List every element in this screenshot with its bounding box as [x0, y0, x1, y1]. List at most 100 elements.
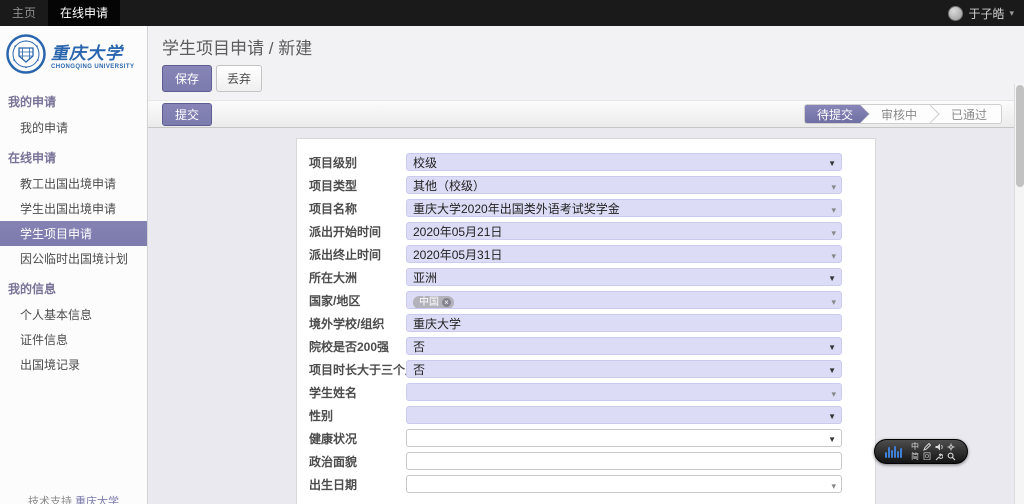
field-label: 国家/地区 — [309, 292, 406, 309]
university-logo: 重庆大学 CHONGQING UNIVERSITY — [0, 26, 147, 84]
field-label: 学生姓名 — [309, 384, 406, 401]
birth-date-hint: 与护照或身份证一致 — [408, 498, 863, 504]
field-label: 派出开始时间 — [309, 223, 406, 240]
field-label: 派出终止时间 — [309, 246, 406, 263]
user-name: 于子皓 — [968, 5, 1004, 22]
sidebar-item-abroad-records[interactable]: 出国境记录 — [0, 352, 147, 377]
chinese-lang-icon[interactable]: 中 — [911, 442, 919, 452]
field-value: 否 — [413, 363, 425, 377]
field-value: 否 — [413, 340, 425, 354]
sidebar-item-student-abroad[interactable]: 学生出国出境申请 — [0, 196, 147, 221]
dropdown-caret-icon: ▼ — [828, 340, 836, 355]
project-name-select[interactable]: 重庆大学2020年出国类外语考试奖学金 ▾ — [406, 199, 842, 217]
scrollbar-thumb[interactable] — [1016, 85, 1024, 187]
user-avatar — [948, 6, 963, 21]
sidebar-item-personal-info[interactable]: 个人基本信息 — [0, 302, 147, 327]
search-icon[interactable] — [947, 452, 956, 461]
speaker-icon[interactable] — [935, 443, 944, 451]
back-icon[interactable]: 回 — [923, 452, 931, 462]
health-status-select[interactable]: ▼ — [406, 429, 842, 447]
wrench-icon[interactable] — [935, 453, 943, 461]
field-label: 项目名称 — [309, 200, 406, 217]
form-toolbar: 提交 待提交 审核中 已通过 — [148, 100, 1024, 128]
form-sheet: 项目级别 校级 ▼ 项目类型 其他（校级） ▾ 项目名称 — [296, 138, 876, 504]
tech-support-footer: 技术支持 重庆大学 — [0, 493, 147, 504]
dropdown-caret-icon: ▾ — [831, 478, 836, 493]
dispatch-start-date-select[interactable]: 2020年05月21日 ▾ — [406, 222, 842, 240]
country-region-tags[interactable]: 中国 × ▾ — [406, 291, 842, 309]
breadcrumb-parent[interactable]: 学生项目申请 — [162, 39, 264, 58]
student-name-select[interactable]: ▾ — [406, 383, 842, 401]
field-label: 项目时长大于三个月 — [309, 361, 406, 378]
field-label: 出生日期 — [309, 476, 406, 493]
project-level-select[interactable]: 校级 ▼ — [406, 153, 842, 171]
translator-logo-icon — [885, 446, 902, 458]
user-menu-caret-icon: ▾ — [1009, 8, 1014, 19]
sidebar-item-credentials[interactable]: 证件信息 — [0, 327, 147, 352]
tech-support-link[interactable]: 重庆大学 — [75, 496, 119, 504]
status-step-pending[interactable]: 待提交 — [805, 105, 869, 123]
remove-tag-icon[interactable]: × — [442, 298, 451, 307]
translation-toolbar[interactable]: 中 简 回 — [874, 439, 968, 464]
discard-button[interactable]: 丢弃 — [216, 65, 262, 92]
menu-home[interactable]: 主页 — [0, 0, 48, 26]
sidebar-item-staff-abroad[interactable]: 教工出国出境申请 — [0, 171, 147, 196]
main-panel: 学生项目申请 / 新建 保存 丢弃 提交 待提交 审核中 已通过 项目级别 — [148, 26, 1024, 504]
breadcrumb: 学生项目申请 / 新建 — [162, 34, 1024, 59]
dropdown-caret-icon: ▼ — [828, 409, 836, 424]
pencil-icon[interactable] — [923, 443, 931, 451]
university-emblem-icon — [6, 34, 46, 74]
status-step-approved[interactable]: 已通过 — [931, 105, 1001, 123]
submit-button[interactable]: 提交 — [162, 103, 212, 126]
university-name-en: CHONGQING UNIVERSITY — [51, 64, 134, 70]
section-online-application: 在线申请 — [0, 144, 147, 171]
dropdown-caret-icon: ▾ — [831, 386, 836, 401]
settings-icon[interactable] — [947, 443, 955, 451]
field-value: 校级 — [413, 156, 437, 170]
vertical-scrollbar[interactable] — [1014, 84, 1024, 504]
project-type-select[interactable]: 其他（校级） ▾ — [406, 176, 842, 194]
country-tag: 中国 × — [413, 296, 454, 309]
field-value: 2020年05月31日 — [413, 248, 502, 262]
gender-select[interactable]: ▼ — [406, 406, 842, 424]
dispatch-end-date-select[interactable]: 2020年05月31日 ▾ — [406, 245, 842, 263]
field-value: 其他（校级） — [413, 179, 485, 193]
duration-over-3months-select[interactable]: 否 ▼ — [406, 360, 842, 378]
sidebar-item-temporary-abroad-plan[interactable]: 因公临时出国境计划 — [0, 246, 147, 271]
field-label: 所在大洲 — [309, 269, 406, 286]
save-button[interactable]: 保存 — [162, 65, 212, 92]
tech-support-label: 技术支持 — [28, 496, 72, 504]
tag-label: 中国 — [419, 296, 439, 309]
top200-select[interactable]: 否 ▼ — [406, 337, 842, 355]
simplified-chinese-icon[interactable]: 简 — [911, 452, 919, 462]
political-status-input[interactable] — [406, 452, 842, 470]
dropdown-caret-icon: ▼ — [828, 156, 836, 171]
field-label: 健康状况 — [309, 430, 406, 447]
topbar-menu: 主页 在线申请 — [0, 0, 120, 26]
field-label: 政治面貌 — [309, 453, 406, 470]
field-value: 重庆大学 — [413, 317, 461, 331]
field-label: 境外学校/组织 — [309, 315, 406, 332]
dropdown-caret-icon: ▼ — [828, 271, 836, 286]
field-label: 项目类型 — [309, 177, 406, 194]
dropdown-caret-icon: ▼ — [828, 363, 836, 378]
sidebar-item-student-project[interactable]: 学生项目申请 — [0, 221, 147, 246]
menu-online-application[interactable]: 在线申请 — [48, 0, 120, 26]
sidebar: 重庆大学 CHONGQING UNIVERSITY 我的申请 我的申请 在线申请… — [0, 26, 148, 504]
field-label: 性别 — [309, 407, 406, 424]
dropdown-caret-icon: ▾ — [831, 202, 836, 217]
sidebar-item-my-applications[interactable]: 我的申请 — [0, 115, 147, 140]
overseas-school-input[interactable]: 重庆大学 — [406, 314, 842, 332]
dropdown-caret-icon: ▾ — [831, 179, 836, 194]
breadcrumb-separator: / — [269, 39, 274, 58]
page-header: 学生项目申请 / 新建 保存 丢弃 — [148, 26, 1024, 100]
dropdown-caret-icon: ▼ — [828, 432, 836, 447]
continent-select[interactable]: 亚洲 ▼ — [406, 268, 842, 286]
user-menu[interactable]: 于子皓 ▾ — [938, 0, 1024, 26]
section-my-applications: 我的申请 — [0, 88, 147, 115]
statusbar: 待提交 审核中 已通过 — [804, 104, 1002, 124]
field-label: 院校是否200强 — [309, 338, 406, 355]
topbar: 主页 在线申请 于子皓 ▾ — [0, 0, 1024, 26]
university-name: 重庆大学 — [51, 39, 134, 64]
birth-date-select[interactable]: ▾ — [406, 475, 842, 493]
